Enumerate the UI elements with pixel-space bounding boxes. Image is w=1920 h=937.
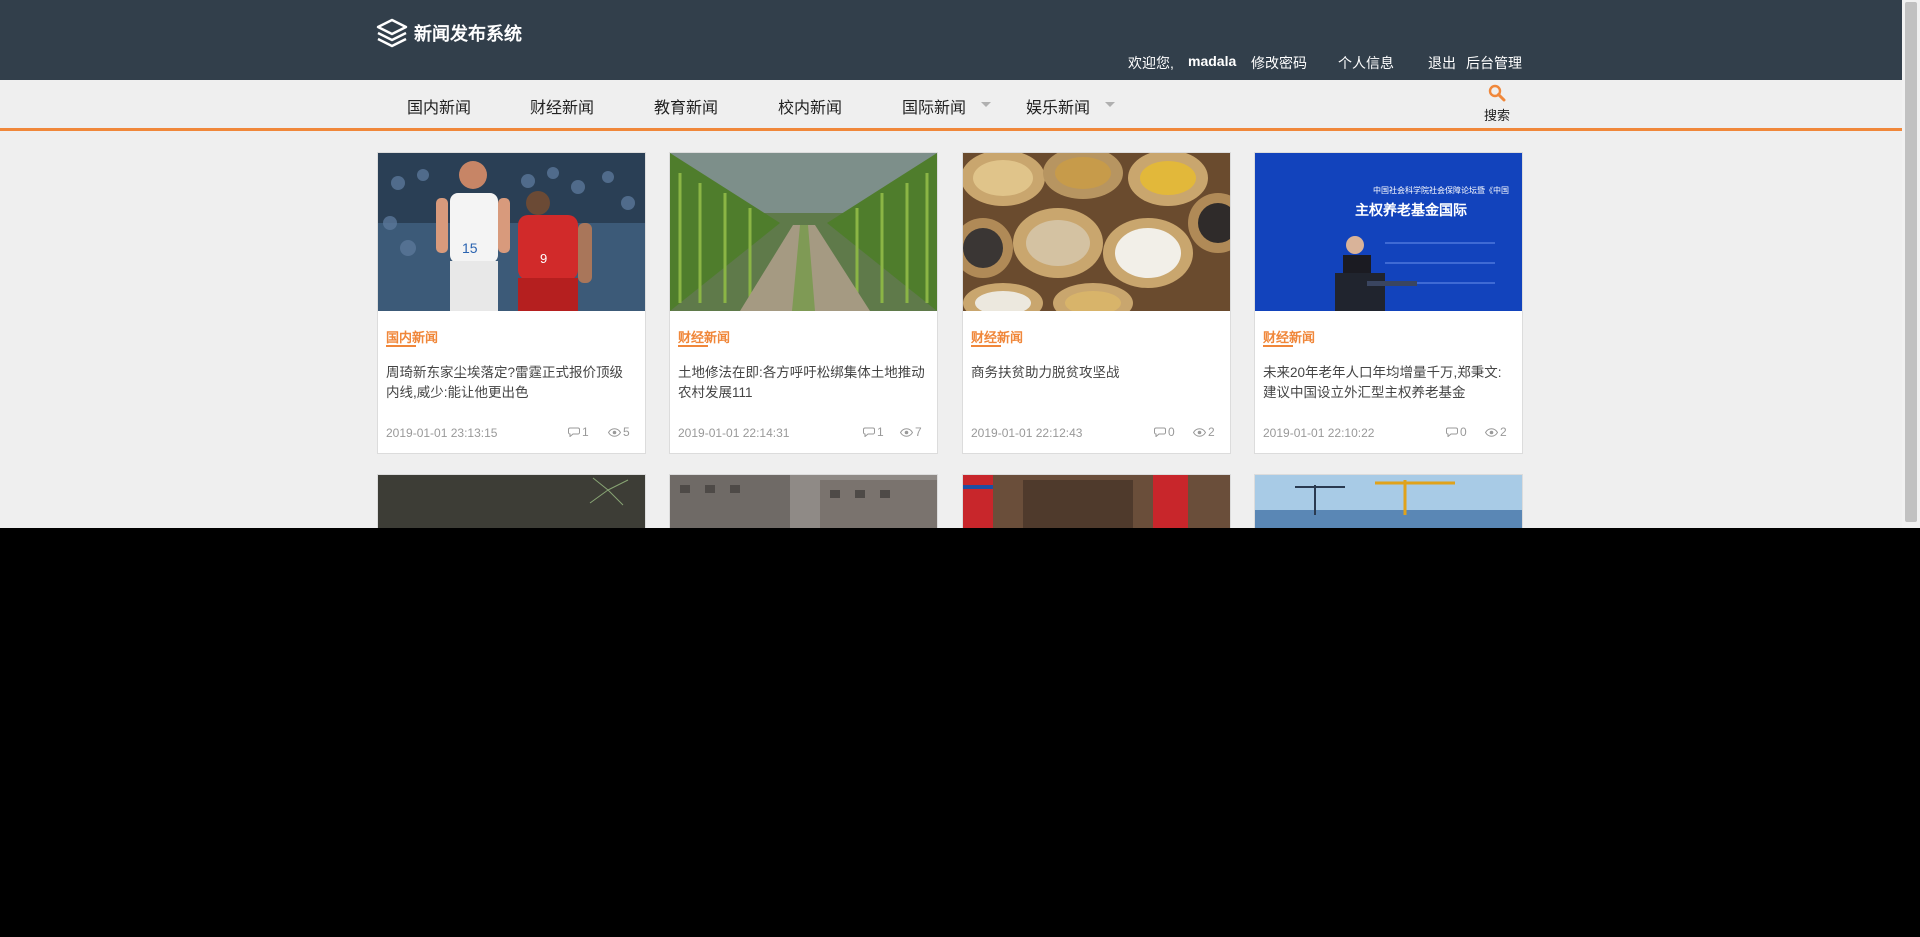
article-title[interactable]: 土地修法在即:各方呼吁松绑集体土地推动农村发展111 bbox=[678, 363, 928, 403]
vertical-scrollbar[interactable] bbox=[1902, 0, 1920, 528]
scrollbar-thumb[interactable] bbox=[1905, 2, 1917, 522]
category-label[interactable]: 国内新闻 bbox=[386, 327, 438, 346]
news-card[interactable] bbox=[377, 474, 646, 528]
change-password-link[interactable]: 修改密码 bbox=[1251, 53, 1307, 73]
nav-item-campus[interactable]: 校内新闻 bbox=[778, 94, 842, 118]
welcome-text: 欢迎您, bbox=[1128, 55, 1174, 71]
category-label[interactable]: 财经新闻 bbox=[678, 327, 730, 346]
svg-text:9: 9 bbox=[540, 251, 547, 266]
comment-count: 1 bbox=[863, 425, 884, 439]
layers-logo-icon bbox=[376, 18, 408, 48]
article-date: 2019-01-01 22:10:22 bbox=[1263, 426, 1375, 440]
comment-icon bbox=[568, 427, 580, 437]
site-title: 新闻发布系统 bbox=[414, 24, 522, 44]
article-title[interactable]: 周琦新东家尘埃落定?雷霆正式报价顶级内线,威少:能让他更出色 bbox=[386, 363, 636, 403]
profile-link[interactable]: 个人信息 bbox=[1338, 53, 1394, 73]
comment-icon bbox=[1154, 427, 1166, 437]
page-viewport: 新闻发布系统 欢迎您, madala 修改密码 个人信息 退出 后台管理 国内新… bbox=[0, 0, 1902, 528]
comment-icon bbox=[1446, 427, 1458, 437]
city-buildings-photo[interactable] bbox=[670, 475, 937, 528]
category-underline bbox=[1263, 345, 1293, 347]
category-label[interactable]: 财经新闻 bbox=[1263, 327, 1315, 346]
comment-icon bbox=[863, 427, 875, 437]
news-card[interactable]: 财经新闻 商务扶贫助力脱贫攻坚战 2019-01-01 22:12:43 0 2 bbox=[962, 152, 1231, 454]
search-button[interactable]: 搜索 bbox=[1470, 84, 1524, 128]
basketball-photo[interactable]: 15 9 bbox=[378, 153, 645, 311]
category-nav: 国内新闻 财经新闻 教育新闻 校内新闻 国际新闻 娱乐新闻 搜索 bbox=[0, 80, 1902, 131]
article-title[interactable]: 未来20年老年人口年均增量千万,郑秉文:建议中国设立外汇型主权养老基金 bbox=[1263, 363, 1513, 403]
eye-icon bbox=[1193, 427, 1206, 437]
chevron-down-icon[interactable] bbox=[1105, 102, 1115, 107]
comment-count: 1 bbox=[568, 425, 589, 439]
eye-icon bbox=[900, 427, 913, 437]
news-card[interactable] bbox=[669, 474, 938, 528]
nav-item-international[interactable]: 国际新闻 bbox=[902, 94, 966, 118]
news-card[interactable]: 财经新闻 土地修法在即:各方呼吁松绑集体土地推动农村发展111 2019-01-… bbox=[669, 152, 938, 454]
category-underline bbox=[678, 345, 708, 347]
article-date: 2019-01-01 22:14:31 bbox=[678, 426, 790, 440]
search-label: 搜索 bbox=[1483, 108, 1510, 123]
category-underline bbox=[386, 345, 416, 347]
banner-line-1: 中国社会科学院社会保障论坛暨《中国 bbox=[1373, 185, 1509, 195]
article-date: 2019-01-01 23:13:15 bbox=[386, 426, 498, 440]
flags-meeting-photo[interactable] bbox=[963, 475, 1230, 528]
eye-icon bbox=[608, 427, 621, 437]
view-count: 2 bbox=[1193, 425, 1215, 439]
eye-icon bbox=[1485, 427, 1498, 437]
comment-count: 0 bbox=[1446, 425, 1467, 439]
username: madala bbox=[1188, 53, 1237, 69]
comment-count: 0 bbox=[1154, 425, 1175, 439]
category-label[interactable]: 财经新闻 bbox=[971, 327, 1023, 346]
category-underline bbox=[971, 345, 1001, 347]
view-count: 5 bbox=[608, 425, 630, 439]
article-date: 2019-01-01 22:12:43 bbox=[971, 426, 1083, 440]
view-count: 7 bbox=[900, 425, 922, 439]
conference-speaker-photo[interactable]: 中国社会科学院社会保障论坛暨《中国 主权养老基金国际 bbox=[1255, 153, 1522, 311]
news-card[interactable]: 中国社会科学院社会保障论坛暨《中国 主权养老基金国际 财经新闻 未来20年老年人… bbox=[1254, 152, 1523, 454]
news-card[interactable] bbox=[1254, 474, 1523, 528]
article-title[interactable]: 商务扶贫助力脱贫攻坚战 bbox=[971, 363, 1221, 383]
cornfield-road-photo[interactable] bbox=[670, 153, 937, 311]
news-card[interactable]: 15 9 国内新闻 周琦新东家尘埃落定?雷霆正式报价顶级内线,威少:能让他更出色… bbox=[377, 152, 646, 454]
view-count: 2 bbox=[1485, 425, 1507, 439]
search-icon bbox=[1488, 84, 1506, 102]
fireworks-photo[interactable] bbox=[378, 475, 645, 528]
admin-link[interactable]: 后台管理 bbox=[1466, 53, 1522, 73]
svg-text:15: 15 bbox=[462, 240, 478, 256]
news-card[interactable] bbox=[962, 474, 1231, 528]
site-logo[interactable]: 新闻发布系统 bbox=[376, 18, 522, 48]
nav-item-entertainment[interactable]: 娱乐新闻 bbox=[1026, 94, 1090, 118]
nav-item-domestic[interactable]: 国内新闻 bbox=[407, 94, 471, 118]
construction-cranes-photo[interactable] bbox=[1255, 475, 1522, 528]
chevron-down-icon[interactable] bbox=[981, 102, 991, 107]
logout-link[interactable]: 退出 bbox=[1428, 53, 1456, 73]
banner-line-2: 主权养老基金国际 bbox=[1355, 202, 1467, 219]
grain-sacks-photo[interactable] bbox=[963, 153, 1230, 311]
nav-item-education[interactable]: 教育新闻 bbox=[654, 94, 718, 118]
top-header: 新闻发布系统 欢迎您, madala 修改密码 个人信息 退出 后台管理 bbox=[0, 0, 1902, 80]
nav-item-finance[interactable]: 财经新闻 bbox=[530, 94, 594, 118]
